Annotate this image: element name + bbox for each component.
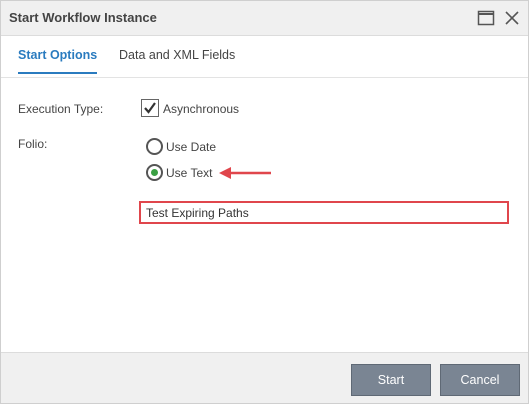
folio-text-input[interactable]: [139, 201, 509, 224]
cancel-button[interactable]: Cancel: [440, 364, 520, 396]
folio-label: Folio:: [18, 137, 48, 151]
radio-selected-dot: [151, 169, 158, 176]
tab-bar: Start Options Data and XML Fields: [1, 37, 528, 78]
use-date-radio[interactable]: [146, 138, 163, 155]
dialog-footer: Start Cancel: [1, 352, 528, 403]
annotation-arrow-icon: [219, 167, 271, 179]
title-bar: Start Workflow Instance: [1, 1, 528, 36]
start-button[interactable]: Start: [351, 364, 431, 396]
checkmark-icon: [144, 102, 156, 114]
asynchronous-checkbox[interactable]: [141, 99, 159, 117]
asynchronous-label[interactable]: Asynchronous: [163, 102, 239, 116]
use-date-label[interactable]: Use Date: [166, 140, 216, 154]
close-icon[interactable]: [503, 9, 521, 27]
dialog-title: Start Workflow Instance: [9, 10, 157, 25]
start-workflow-dialog: Start Workflow Instance Start Options Da…: [0, 0, 529, 404]
use-text-radio[interactable]: [146, 164, 163, 181]
execution-type-label: Execution Type:: [18, 102, 104, 116]
maximize-icon[interactable]: [477, 9, 495, 27]
tab-data-and-xml-fields[interactable]: Data and XML Fields: [119, 48, 235, 72]
tab-start-options[interactable]: Start Options: [18, 48, 98, 74]
use-text-label[interactable]: Use Text: [166, 166, 212, 180]
